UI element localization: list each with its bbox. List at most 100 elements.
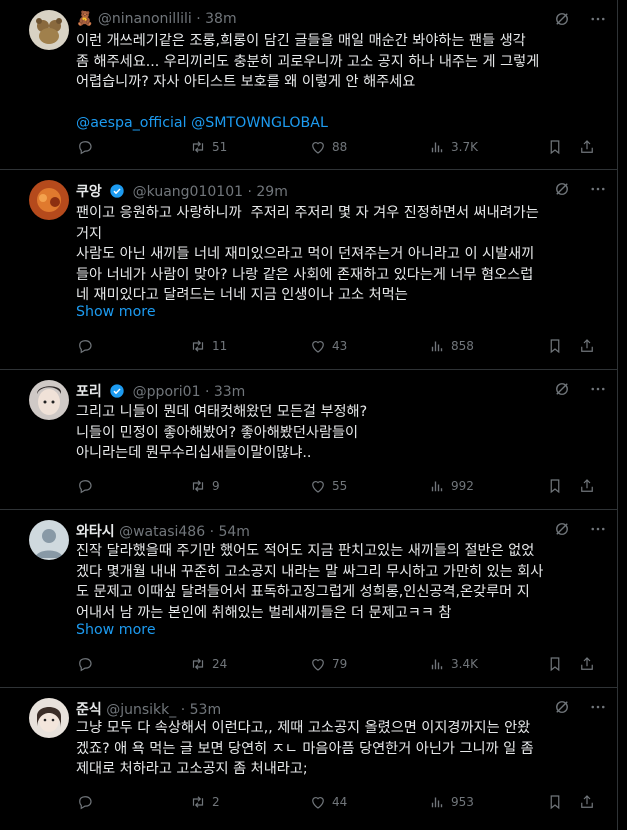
grok-icon[interactable] [553,380,571,398]
retweet-icon [192,480,204,492]
retweet-button[interactable]: 2 [189,793,220,811]
tweet-watasi[interactable]: 와타시 @watasi486 · 54m 진작 달라했을때 주기만 했어도 적어… [0,510,617,688]
like-count: 88 [332,140,348,154]
retweet-button[interactable]: 51 [189,138,227,156]
display-name[interactable]: 포리 [76,384,102,400]
display-name[interactable]: 와타시 [76,524,115,540]
tweet-ninanonillili[interactable]: 🧸 @ninanonillili · 38m 이런 개쓰레기같은 조롱,희롱이 … [0,0,617,170]
reply-button[interactable] [76,138,94,156]
reply-icon [79,141,92,155]
retweet-count: 9 [212,479,220,493]
bookmark-button[interactable] [546,793,564,811]
tweet-actions: 51 88 3.7K [76,137,596,157]
timestamp[interactable]: 53m [190,702,221,718]
more-options-icon[interactable] [589,380,607,398]
avatar[interactable] [29,180,69,220]
tweet-text: 이런 개쓰레기같은 조롱,희롱이 담긴 글들을 매일 매순간 봐야하는 팬들 생… [76,31,597,133]
more-options-icon[interactable] [589,698,607,716]
user-handle[interactable]: @ninanonillili [98,11,192,27]
verified-badge-icon [110,184,124,198]
tweet-ppori[interactable]: 포리 @ppori01 · 33m 그리고 니들이 뭔데 여태컷해왔던 모든걸 … [0,370,617,510]
show-more-link[interactable]: Show more [76,622,156,638]
tweet-header: 🧸 @ninanonillili · 38m [76,11,237,27]
grok-icon[interactable] [553,10,571,28]
bookmark-button[interactable] [546,477,564,495]
share-icon [581,657,593,670]
display-name[interactable]: 준식 [76,702,102,718]
like-count: 43 [332,339,348,353]
retweet-button[interactable]: 9 [189,477,220,495]
grok-icon[interactable] [553,180,571,198]
tweet-text: 그리고 니들이 뭔데 여태컷해왔던 모든걸 부정해? 니들이 민정이 좋아해봤어… [76,404,368,461]
retweet-button[interactable]: 11 [189,337,227,355]
retweet-icon [192,340,204,352]
timestamp[interactable]: 29m [256,184,287,200]
user-handle[interactable]: @ppori01 [133,384,201,400]
heart-icon [312,659,324,671]
grok-icon[interactable] [553,520,571,538]
avatar[interactable] [29,10,69,50]
like-button[interactable]: 88 [309,138,347,156]
user-handle[interactable]: @junsikk_ [106,702,176,718]
avatar[interactable] [29,698,69,738]
like-button[interactable]: 43 [309,337,347,355]
views-button[interactable]: 858 [428,337,474,355]
views-button[interactable]: 992 [428,477,474,495]
share-button[interactable] [578,138,596,156]
bookmark-button[interactable] [546,655,564,673]
like-button[interactable]: 55 [309,477,347,495]
share-icon [581,479,593,492]
like-count: 55 [332,479,348,493]
reply-icon [79,796,92,810]
reply-button[interactable] [76,793,94,811]
reply-button[interactable] [76,337,94,355]
views-button[interactable]: 953 [428,793,474,811]
user-handle[interactable]: @kuang010101 [133,184,243,200]
more-options-icon[interactable] [589,10,607,28]
tweet-actions: 9 55 992 [76,476,596,496]
timestamp[interactable]: 33m [214,384,245,400]
bookmark-button[interactable] [546,138,564,156]
retweet-button[interactable]: 24 [189,655,227,673]
avatar[interactable] [29,520,69,560]
share-button[interactable] [578,655,596,673]
bookmark-icon [550,140,560,155]
more-options-icon[interactable] [589,180,607,198]
views-icon [431,341,443,352]
timestamp[interactable]: 54m [218,524,249,540]
grok-icon[interactable] [553,698,571,716]
reply-button[interactable] [76,477,94,495]
views-icon [431,659,443,670]
heart-icon [312,481,324,493]
views-button[interactable]: 3.4K [428,655,478,673]
like-button[interactable]: 79 [309,655,347,673]
reply-icon [79,480,92,494]
tweet-header: 준식 @junsikk_ · 53m [76,702,222,718]
views-icon [431,481,443,492]
reply-button[interactable] [76,655,94,673]
share-button[interactable] [578,477,596,495]
views-button[interactable]: 3.7K [428,138,478,156]
display-name[interactable]: 쿠앙 [76,184,102,200]
like-button[interactable]: 44 [309,793,347,811]
bookmark-button[interactable] [546,337,564,355]
mentions[interactable]: @aespa_official @SMTOWNGLOBAL [76,113,597,134]
emoji-name: 🧸 [76,11,94,27]
user-handle[interactable]: @watasi486 [119,524,205,540]
retweet-count: 2 [212,795,220,809]
tweet-junsikk[interactable]: 준식 @junsikk_ · 53m 그냥 모두 다 속상해서 이런다고,, 제… [0,688,617,830]
tweet-kuang[interactable]: 쿠앙 @kuang010101 · 29m 팬이고 응원하고 사랑하니까 주저리… [0,170,617,370]
show-more-link[interactable]: Show more [76,304,156,320]
retweet-icon [192,658,204,670]
share-icon [581,795,593,808]
share-button[interactable] [578,793,596,811]
more-options-icon[interactable] [589,520,607,538]
share-button[interactable] [578,337,596,355]
timestamp[interactable]: 38m [205,11,236,27]
tweet-header: 쿠앙 @kuang010101 · 29m [76,184,288,200]
tweet-header: 포리 @ppori01 · 33m [76,384,246,400]
retweet-icon [192,796,204,808]
avatar[interactable] [29,380,69,420]
reply-icon [79,340,92,354]
like-count: 79 [332,657,348,671]
